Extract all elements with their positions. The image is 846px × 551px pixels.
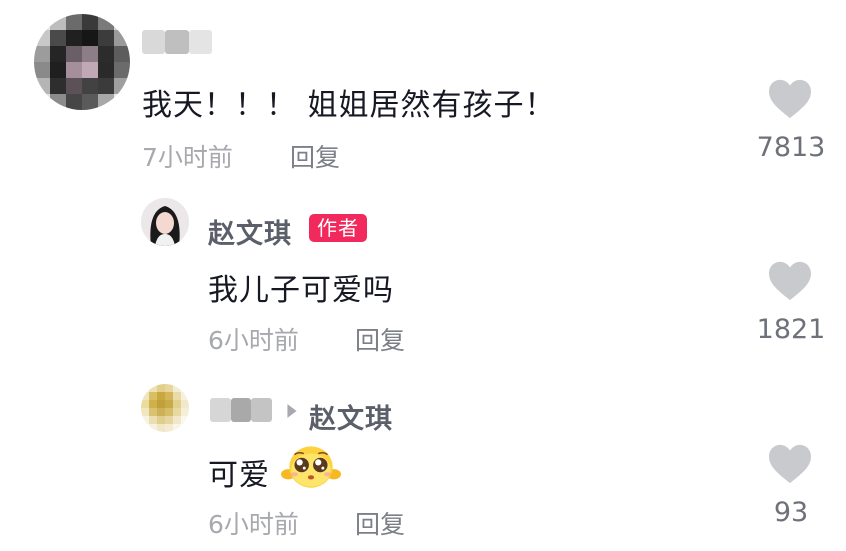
reply-to-name[interactable]: 赵文琪 bbox=[309, 397, 393, 436]
avatar[interactable] bbox=[34, 14, 130, 110]
reply-button[interactable]: 回复 bbox=[355, 505, 405, 541]
comment-time: 6小时前 bbox=[208, 326, 299, 355]
username-blurred[interactable] bbox=[210, 398, 273, 422]
avatar[interactable] bbox=[141, 198, 189, 246]
comment-text: 我天！！！ 姐姐居然有孩子！ bbox=[142, 88, 556, 123]
author-avatar-image bbox=[141, 198, 189, 246]
comment-time: 7小时前 bbox=[142, 143, 233, 172]
comment-text: 我儿子可爱吗 bbox=[208, 273, 394, 308]
author-name[interactable]: 赵文琪 bbox=[208, 212, 292, 251]
heart-icon[interactable] bbox=[767, 260, 813, 302]
avatar[interactable] bbox=[141, 384, 189, 432]
comment-text: 可爱 bbox=[208, 458, 270, 493]
heart-icon[interactable] bbox=[767, 443, 813, 485]
reply-button[interactable]: 回复 bbox=[355, 321, 405, 357]
reply-button[interactable]: 回复 bbox=[290, 138, 340, 174]
like-count: 93 bbox=[773, 497, 809, 528]
author-badge: 作者 bbox=[309, 214, 367, 242]
heart-icon[interactable] bbox=[767, 78, 813, 120]
username-blurred[interactable] bbox=[142, 30, 212, 54]
like-count: 1821 bbox=[756, 314, 826, 345]
pleading-face-emoji bbox=[281, 446, 341, 488]
reply-arrow-icon bbox=[287, 404, 297, 418]
like-count: 7813 bbox=[756, 132, 826, 163]
comment-time: 6小时前 bbox=[208, 510, 299, 539]
